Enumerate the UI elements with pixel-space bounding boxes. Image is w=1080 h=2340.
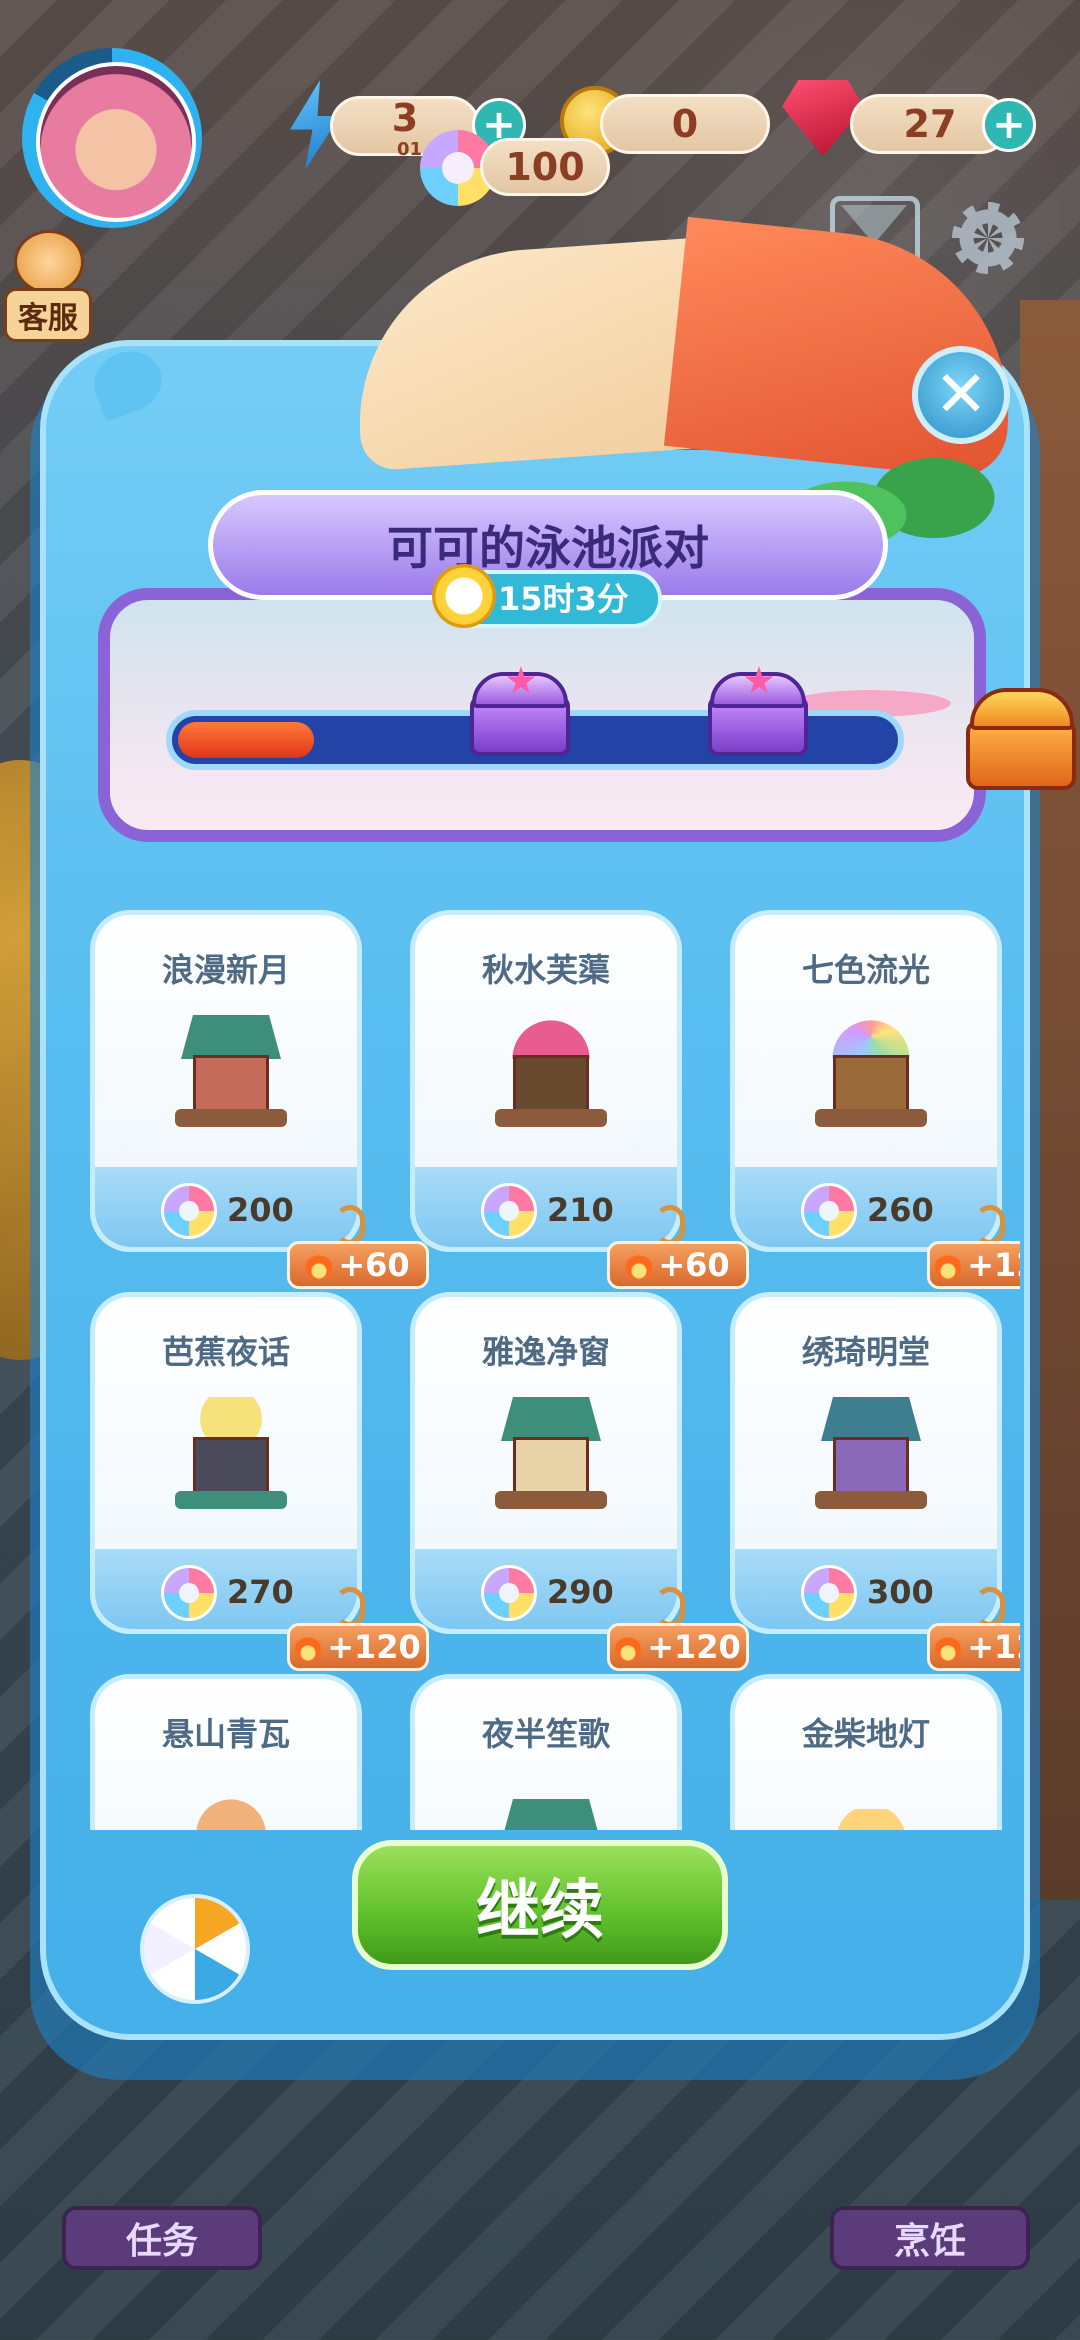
gate-icon [815, 1397, 927, 1509]
support-icon [14, 230, 84, 294]
energy-value: 3 [391, 96, 419, 140]
item-name: 七色流光 [801, 951, 930, 989]
heat-bonus-value: +120 [327, 1628, 421, 1666]
swim-ring-icon [801, 1565, 857, 1621]
item-card[interactable]: 芭蕉夜话 270 +120 [90, 1292, 429, 1671]
heat-bonus-value: +120 [647, 1628, 741, 1666]
alarm-clock-icon [432, 564, 496, 628]
customer-service-button[interactable]: 客服 [4, 230, 92, 346]
continue-button[interactable]: 继续 [352, 1840, 728, 1970]
lamp-icon [821, 1809, 921, 1830]
item-name: 悬山青瓦 [161, 1715, 290, 1753]
item-price: 210 [547, 1191, 614, 1229]
flame-icon [295, 1632, 322, 1662]
energy-timer: 01 [397, 139, 423, 160]
item-name: 秋水芙蕖 [481, 951, 610, 989]
cooking-label: 烹饪 [830, 2206, 1030, 2270]
beach-ball-icon[interactable] [140, 1894, 250, 2004]
flame-icon [615, 1632, 642, 1662]
building-icon [181, 1799, 281, 1830]
add-gems-button[interactable]: + [982, 98, 1036, 152]
cooking-button[interactable]: 烹饪 [830, 2150, 1030, 2270]
tasks-label: 任务 [62, 2206, 262, 2270]
reward-chest-2[interactable] [708, 666, 808, 756]
item-card[interactable]: 秋水芙蕖 210 +60 [410, 910, 749, 1289]
flame-icon [935, 1632, 962, 1662]
item-name: 芭蕉夜话 [161, 1333, 290, 1371]
item-name: 夜半笙歌 [481, 1715, 610, 1753]
building-icon [175, 1015, 287, 1127]
swim-ring-counter: 100 [480, 138, 610, 196]
close-icon: ✕ [934, 358, 988, 432]
lantern-tree-icon [175, 1397, 287, 1509]
final-reward-chest[interactable] [966, 680, 1080, 790]
item-name: 绣琦明堂 [801, 1333, 930, 1371]
swim-ring-icon [161, 1183, 217, 1239]
item-card[interactable]: 绣琦明堂 300 +120 [730, 1292, 1020, 1671]
item-price: 300 [867, 1573, 934, 1611]
item-card[interactable]: 浪漫新月 200 +60 [90, 910, 429, 1289]
avatar-portrait [36, 62, 196, 222]
heat-bonus-badge: +120 [927, 1241, 1020, 1289]
flame-icon [306, 1250, 333, 1280]
item-price: 260 [867, 1191, 934, 1229]
flame-icon [626, 1250, 653, 1280]
swim-ring-icon [161, 1565, 217, 1621]
lotus-decoration-icon [495, 1015, 607, 1127]
event-timer-text: 15时3分 [498, 580, 629, 618]
reward-chest-1[interactable] [470, 666, 570, 756]
item-card[interactable]: 夜半笙歌 [410, 1674, 682, 1830]
heat-bonus-badge: +120 [287, 1623, 429, 1671]
building-icon [501, 1799, 601, 1830]
heat-bonus-value: +60 [338, 1246, 410, 1284]
item-card[interactable]: 悬山青瓦 [90, 1674, 362, 1830]
item-name: 雅逸净窗 [481, 1333, 610, 1371]
close-button[interactable]: ✕ [912, 346, 1010, 444]
heat-bonus-value: +120 [967, 1628, 1020, 1666]
coin-counter: 0 [600, 94, 770, 154]
tasks-button[interactable]: 任务 [62, 2150, 262, 2270]
event-timer: 15时3分 [432, 564, 662, 628]
heat-bonus-value: +120 [967, 1246, 1020, 1284]
event-progress-fill [178, 722, 314, 758]
item-price: 270 [227, 1573, 294, 1611]
player-avatar[interactable] [22, 48, 246, 228]
customer-service-label: 客服 [4, 288, 92, 342]
rainbow-arch-icon [815, 1015, 927, 1127]
heat-bonus-value: +60 [658, 1246, 730, 1284]
heat-bonus-badge: +120 [607, 1623, 749, 1671]
heat-bonus-badge: +60 [287, 1241, 429, 1289]
item-card[interactable]: 雅逸净窗 290 +120 [410, 1292, 749, 1671]
heat-bonus-badge: +120 [927, 1623, 1020, 1671]
item-grid[interactable]: 浪漫新月 200 +60 秋水芙蕖 210 +60 七色流光 260 +120 … [80, 900, 1020, 1830]
swim-ring-icon [801, 1183, 857, 1239]
item-name: 金柴地灯 [801, 1715, 930, 1753]
swim-ring-icon [481, 1183, 537, 1239]
item-name: 浪漫新月 [161, 951, 290, 989]
item-card[interactable]: 金柴地灯 [730, 1674, 1002, 1830]
item-price: 290 [547, 1573, 614, 1611]
item-card[interactable]: 七色流光 260 +120 [730, 910, 1020, 1289]
pavilion-icon [495, 1397, 607, 1509]
item-price: 200 [227, 1191, 294, 1229]
flame-icon [935, 1250, 962, 1280]
swim-ring-icon [481, 1565, 537, 1621]
heat-bonus-badge: +60 [607, 1241, 749, 1289]
